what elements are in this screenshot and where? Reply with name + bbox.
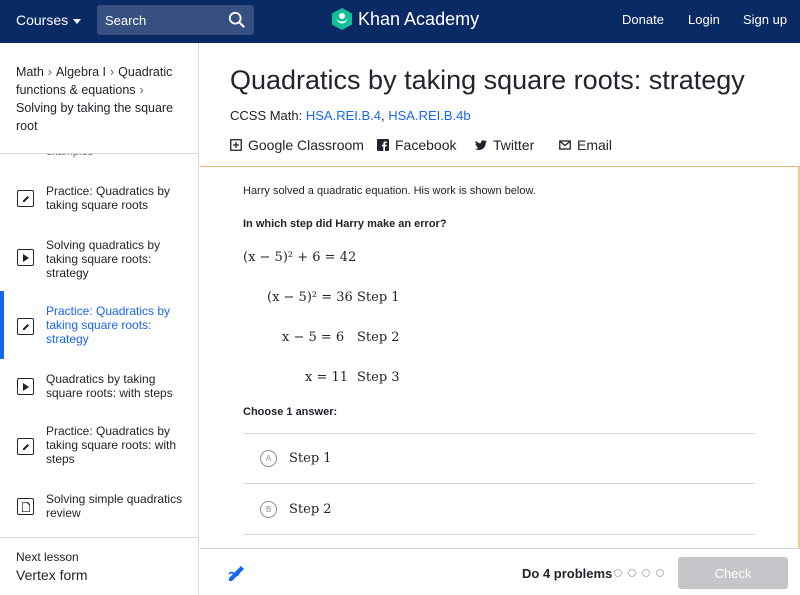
twitter-icon	[475, 140, 487, 151]
page-title: Quadratics by taking square roots: strat…	[230, 65, 745, 95]
option-letter-badge: B	[260, 500, 277, 518]
answer-option-b[interactable]: B Step 2	[243, 484, 755, 534]
question-prompt: Harry solved a quadratic equation. His w…	[243, 185, 536, 197]
article-icon	[17, 498, 34, 515]
list-item-label: Quadratics by taking square roots: with …	[46, 372, 173, 400]
list-item[interactable]: Solving quadratics by taking square root…	[0, 230, 199, 284]
ccss-link[interactable]: HSA.REI.B.4	[306, 108, 381, 123]
play-icon	[17, 378, 34, 395]
list-item[interactable]: Solving simple quadratics review	[0, 486, 199, 526]
share-label: Twitter	[493, 137, 535, 153]
progress-dots	[614, 569, 664, 577]
search-placeholder: Search	[105, 12, 147, 28]
share-label: Email	[577, 137, 613, 153]
sidebar: Math › Algebra I › Quadratic functions & equ…	[0, 43, 199, 595]
pencil-icon	[17, 190, 34, 207]
chevron-down-icon	[73, 18, 82, 24]
progress-dot	[656, 569, 664, 577]
lesson-list[interactable]: examples Practice: Quadratics by taking …	[0, 154, 199, 537]
email-icon	[559, 140, 571, 150]
breadcrumb-math[interactable]: Math	[16, 65, 44, 79]
ccss-link[interactable]: HSA.REI.B.4b	[388, 108, 470, 123]
pencil-icon	[17, 318, 34, 335]
list-item-label: Practice: Quadratics by taking square ro…	[46, 184, 171, 212]
list-item[interactable]: Practice: Quadratics by taking square ro…	[0, 178, 199, 218]
progress-dot	[642, 569, 650, 577]
exercise-panel: Harry solved a quadratic equation. His w…	[200, 166, 800, 548]
list-item-label: Practice: Quadratics by taking square ro…	[46, 424, 177, 466]
list-item-label: Solving simple quadratics review	[46, 492, 183, 520]
option-letter-badge: A	[260, 449, 277, 467]
progress-dot	[614, 569, 622, 577]
donate-link[interactable]: Donate	[622, 12, 664, 27]
check-button[interactable]: Check	[678, 557, 788, 589]
chevron-right-icon: ›	[139, 83, 144, 97]
answer-option-a[interactable]: A Step 1	[243, 433, 755, 483]
equation-line: (x − 5)² + 6 = 42	[243, 250, 357, 265]
search-icon[interactable]	[228, 11, 246, 29]
next-lesson-link[interactable]: Vertex form	[16, 567, 88, 583]
divider	[243, 534, 755, 535]
brand-name: Khan Academy	[358, 8, 480, 29]
search-input[interactable]: Search	[97, 5, 254, 35]
chevron-right-icon: ›	[110, 65, 115, 79]
step-label: Step 2	[357, 330, 400, 345]
partial-list-item[interactable]: examples	[46, 154, 93, 158]
login-link[interactable]: Login	[688, 12, 720, 27]
progress-dot	[628, 569, 636, 577]
step-label: Step 3	[357, 370, 400, 385]
share-label: Google Classroom	[248, 137, 364, 153]
list-item-label: Solving quadratics by taking square root…	[46, 238, 161, 280]
share-email[interactable]: Email	[559, 137, 612, 153]
share-twitter[interactable]: Twitter	[475, 137, 534, 153]
share-google-classroom[interactable]: Google Classroom	[230, 137, 364, 153]
top-nav: Courses Search Khan Academy Donate Login…	[0, 0, 800, 43]
leaf-logo-icon	[332, 8, 352, 30]
courses-label: Courses	[16, 12, 69, 28]
ccss-standards: CCSS Math: HSA.REI.B.4, HSA.REI.B.4b	[230, 108, 471, 123]
equation-line: x = 11	[305, 370, 349, 385]
step-label: Step 1	[357, 290, 400, 305]
list-item[interactable]: Practice: Quadratics by taking square ro…	[0, 416, 199, 470]
question-text: In which step did Harry make an error?	[243, 218, 447, 230]
facebook-icon	[377, 139, 389, 151]
breadcrumb: Math › Algebra I › Quadratic functions & equ…	[16, 63, 191, 135]
play-icon	[17, 249, 34, 266]
equation-line: x − 5 = 6	[282, 330, 345, 345]
share-facebook[interactable]: Facebook	[377, 137, 456, 153]
signup-link[interactable]: Sign up	[743, 12, 787, 27]
list-item[interactable]: Quadratics by taking square roots: with …	[0, 366, 199, 406]
khan-academy-logo[interactable]: Khan Academy	[332, 8, 479, 30]
share-label: Facebook	[395, 137, 457, 153]
list-item-active[interactable]: Practice: Quadratics by taking square ro…	[0, 296, 199, 350]
chevron-right-icon: ›	[47, 65, 52, 79]
google-classroom-icon	[230, 139, 242, 151]
next-lesson-label: Next lesson	[16, 550, 79, 564]
breadcrumb-algebra[interactable]: Algebra I	[56, 65, 106, 79]
courses-menu[interactable]: Courses	[16, 12, 82, 28]
ccss-prefix: CCSS Math:	[230, 108, 303, 123]
equation-line: (x − 5)² = 36	[267, 290, 353, 305]
divider	[0, 537, 199, 538]
list-item-label: Practice: Quadratics by taking square ro…	[46, 304, 171, 346]
option-text: Step 1	[289, 450, 332, 466]
exercise-footer: Do 4 problems Check	[200, 548, 800, 595]
scratchpad-pencil-icon[interactable]	[226, 562, 248, 584]
choose-label: Choose 1 answer:	[243, 406, 338, 418]
problems-count-label: Do 4 problems	[522, 566, 613, 581]
breadcrumb-square-root[interactable]: Solving by taking the square root	[16, 101, 173, 133]
pencil-icon	[17, 438, 34, 455]
option-text: Step 2	[289, 501, 332, 517]
